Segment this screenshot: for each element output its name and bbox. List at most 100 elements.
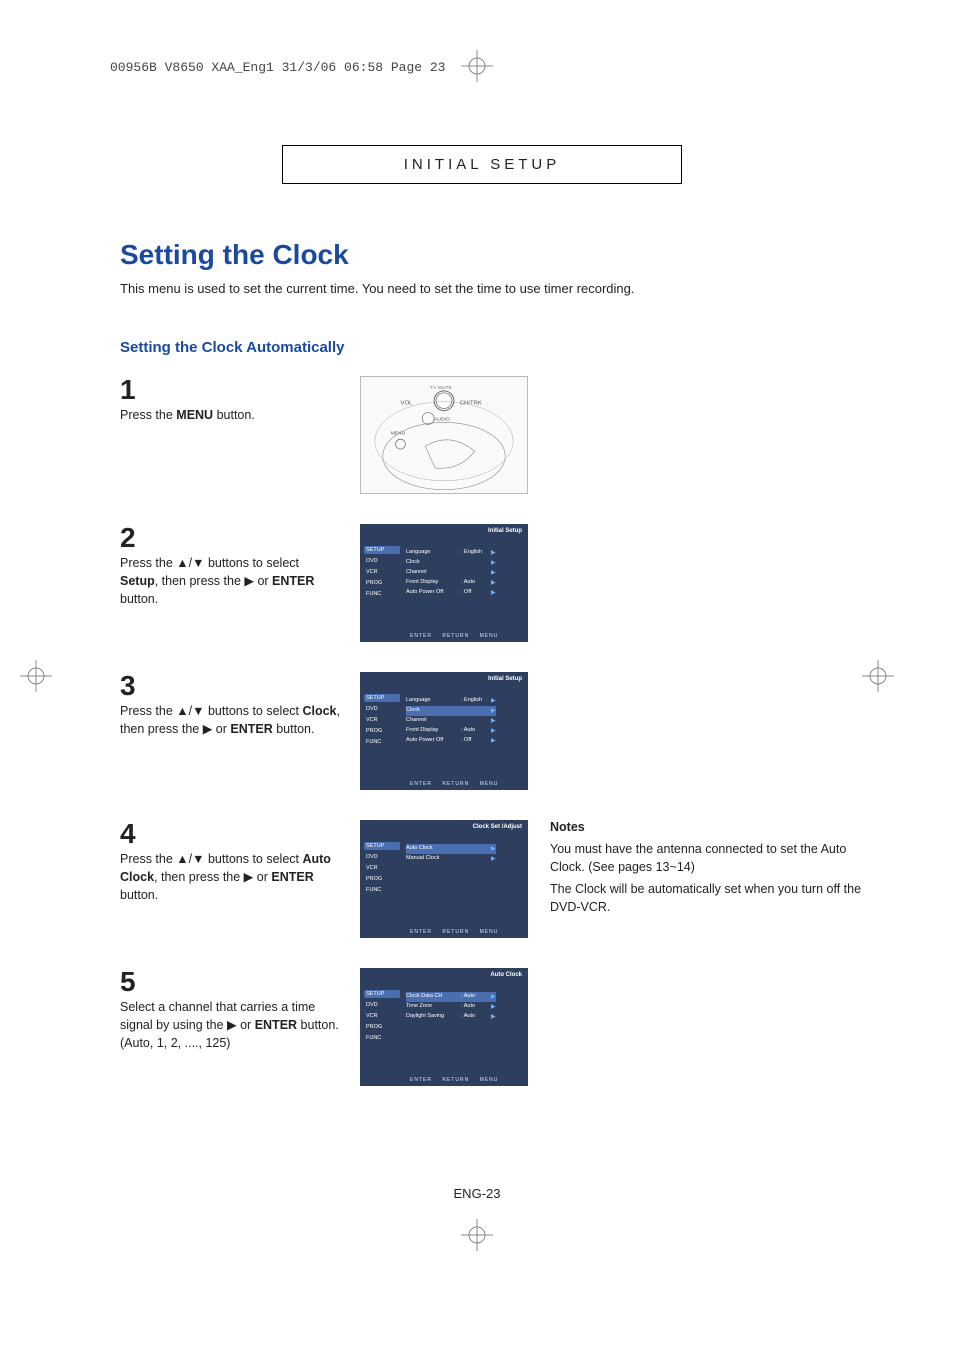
- menu-arrow-icon: ▶: [491, 548, 496, 558]
- step-4-part-a: Press the ▲/▼ buttons to select: [120, 852, 302, 866]
- sidebar-item-vcr: VCR: [364, 1012, 400, 1020]
- menu-channel-v: [461, 568, 491, 578]
- step-2-part-c: , then press the ▶ or: [155, 574, 272, 588]
- print-job-header: 00956B V8650 XAA_Eng1 31/3/06 06:58 Page…: [110, 60, 864, 75]
- menu-daylight-k: Daylight Saving: [406, 1012, 461, 1022]
- step-5-shot-header: Auto Clock: [490, 972, 522, 978]
- menu-frontdisplay-v: : Auto: [461, 578, 491, 588]
- subsection-title: Setting the Clock Automatically: [120, 339, 864, 356]
- notes-heading: Notes: [550, 820, 864, 834]
- step-1: 1 Press the MENU button. VOL CH/TRK AUDI…: [100, 376, 864, 494]
- menu-timezone-v: : Auto: [461, 1002, 491, 1012]
- step-3-part-a: Press the ▲/▼ buttons to select: [120, 704, 302, 718]
- footer-menu: MENU: [480, 633, 499, 639]
- sidebar-item-setup: SETUP: [364, 694, 400, 702]
- menu-clock-k: Clock: [406, 558, 461, 568]
- footer-enter: ENTER: [410, 633, 432, 639]
- step-3: 3 Press the ▲/▼ buttons to select Clock,…: [100, 672, 864, 790]
- sidebar-item-dvd: DVD: [364, 1001, 400, 1009]
- step-1-text: 1 Press the MENU button.: [120, 376, 340, 424]
- menu-language-v: : English: [461, 548, 491, 558]
- step-2-shot-sidebar: SETUP DVD VCR PROG FUNC: [364, 546, 400, 601]
- step-2-shot-header: Initial Setup: [488, 528, 522, 534]
- menu-arrow-icon: ▶: [491, 1012, 496, 1022]
- step-5-enter-word: ENTER: [255, 1018, 297, 1032]
- step-5-range: (Auto, 1, 2, ...., 125): [120, 1036, 230, 1050]
- step-3-enter-word: ENTER: [230, 722, 272, 736]
- sidebar-item-func: FUNC: [364, 590, 400, 598]
- step-3-text: 3 Press the ▲/▼ buttons to select Clock,…: [120, 672, 340, 738]
- step-4-part-c: , then press the ▶ or: [154, 870, 271, 884]
- step-4-text: 4 Press the ▲/▼ buttons to select Auto C…: [120, 820, 340, 904]
- step-2-enter-word: ENTER: [272, 574, 314, 588]
- step-4-screenshot: Clock Set /Adjust SETUP DVD VCR PROG FUN…: [360, 820, 528, 938]
- page-number: ENG-23: [0, 1186, 954, 1201]
- step-1-part-c: button.: [213, 408, 255, 422]
- menu-frontdisplay-k: Front Display: [406, 578, 461, 588]
- step-4-shot-sidebar: SETUP DVD VCR PROG FUNC: [364, 842, 400, 897]
- page-description: This menu is used to set the current tim…: [120, 279, 864, 299]
- step-2-shot-menu: Language: English▶ Clock▶ Channel▶ Front…: [406, 548, 496, 599]
- footer-return: RETURN: [442, 929, 469, 935]
- menu-arrow-icon: ▶: [491, 578, 496, 588]
- menu-clockdatach-k: Clock Data CH: [406, 992, 461, 1002]
- step-3-number: 3: [120, 672, 340, 700]
- step-4-shot-menu: Auto Clock▶ Manual Clock▶: [406, 844, 496, 864]
- sidebar-item-dvd: DVD: [364, 557, 400, 565]
- footer-menu: MENU: [480, 929, 499, 935]
- notes-paragraph-2: The Clock will be automatically set when…: [550, 880, 864, 916]
- menu-arrow-icon: ▶: [491, 568, 496, 578]
- sidebar-item-setup: SETUP: [364, 842, 400, 850]
- step-3-shot-menu: Language: English▶ Clock▶ Channel▶ Front…: [406, 696, 496, 747]
- sidebar-item-setup: SETUP: [364, 990, 400, 998]
- menu-arrow-icon: ▶: [491, 716, 496, 726]
- step-5-part-c: button.: [297, 1018, 339, 1032]
- sidebar-item-prog: PROG: [364, 1023, 400, 1031]
- step-4-enter-word: ENTER: [271, 870, 313, 884]
- step-4-shot-header: Clock Set /Adjust: [473, 824, 522, 830]
- menu-arrow-icon: ▶: [491, 726, 496, 736]
- footer-enter: ENTER: [410, 781, 432, 787]
- menu-arrow-icon: ▶: [491, 558, 496, 568]
- footer-enter: ENTER: [410, 1077, 432, 1083]
- step-3-clock-word: Clock: [302, 704, 336, 718]
- menu-channel-k: Channel: [406, 716, 461, 726]
- remote-menu-label: MENU: [391, 430, 406, 436]
- menu-autopoweroff-v: : Off: [461, 588, 491, 598]
- sidebar-item-dvd: DVD: [364, 705, 400, 713]
- menu-autopoweroff-k: Auto Power Off: [406, 588, 461, 598]
- step-1-part-a: Press the: [120, 408, 176, 422]
- remote-vol-label: VOL: [401, 400, 414, 406]
- sidebar-item-func: FUNC: [364, 1034, 400, 1042]
- sidebar-item-func: FUNC: [364, 886, 400, 894]
- sidebar-item-vcr: VCR: [364, 568, 400, 576]
- sidebar-item-dvd: DVD: [364, 853, 400, 861]
- notes-paragraph-1: You must have the antenna connected to s…: [550, 840, 864, 876]
- step-5: 5 Select a channel that carries a time s…: [100, 968, 864, 1086]
- step-1-screenshot-remote: VOL CH/TRK AUDIO MENU TV MUTE: [360, 376, 528, 494]
- step-2-part-e: button.: [120, 592, 158, 606]
- footer-menu: MENU: [480, 781, 499, 787]
- section-title-box: INITIAL SETUP: [282, 145, 682, 184]
- step-2-setup-word: Setup: [120, 574, 155, 588]
- menu-arrow-icon: ▶: [491, 992, 496, 1002]
- step-1-number: 1: [120, 376, 340, 404]
- footer-menu: MENU: [480, 1077, 499, 1083]
- footer-return: RETURN: [442, 633, 469, 639]
- step-4: 4 Press the ▲/▼ buttons to select Auto C…: [100, 820, 864, 938]
- menu-arrow-icon: ▶: [491, 844, 496, 854]
- menu-language-k: Language: [406, 548, 461, 558]
- step-3-screenshot: Initial Setup SETUP DVD VCR PROG FUNC La…: [360, 672, 528, 790]
- notes-block: Notes You must have the antenna connecte…: [550, 820, 864, 921]
- menu-clock-v: [461, 706, 491, 716]
- menu-timezone-k: Time Zone: [406, 1002, 461, 1012]
- sidebar-item-prog: PROG: [364, 727, 400, 735]
- menu-autopoweroff-k: Auto Power Off: [406, 736, 461, 746]
- menu-autoclock-k: Auto Clock: [406, 844, 461, 854]
- menu-clock-v: [461, 558, 491, 568]
- step-5-shot-footer: ENTER RETURN MENU: [410, 1077, 506, 1083]
- section-title: INITIAL SETUP: [404, 156, 560, 173]
- menu-arrow-icon: ▶: [491, 588, 496, 598]
- step-4-number: 4: [120, 820, 340, 848]
- sidebar-item-prog: PROG: [364, 579, 400, 587]
